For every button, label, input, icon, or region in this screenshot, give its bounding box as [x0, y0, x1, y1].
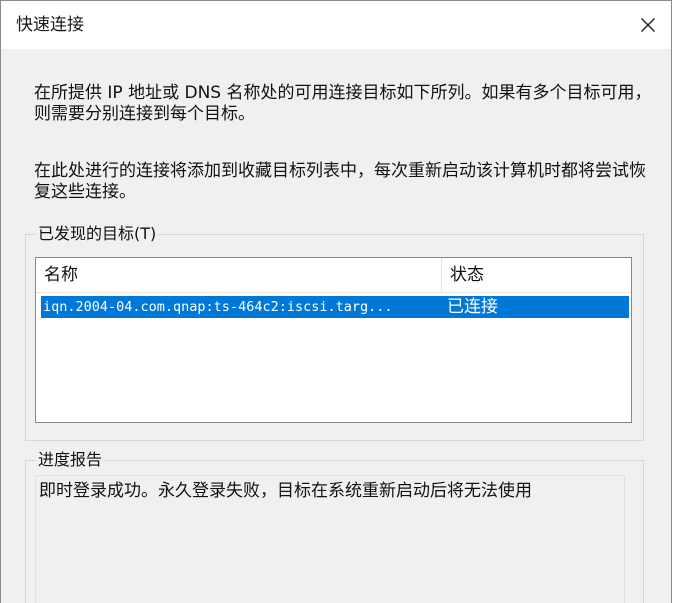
table-row[interactable]: iqn.2004-04.com.qnap:ts-464c2:iscsi.targ…: [41, 296, 629, 318]
progress-report-text: 即时登录成功。永久登录失败，目标在系统重新启动后将无法使用: [39, 481, 532, 501]
column-header-status[interactable]: 状态: [442, 258, 631, 292]
description-favorites: 在此处进行的连接将添加到收藏目标列表中，每次重新启动该计算机时都将尝试恢复这些连…: [34, 161, 646, 202]
targets-listview[interactable]: 名称 状态 iqn.2004-04.com.qnap:ts-464c2:iscs…: [35, 257, 632, 423]
title-bar: 快速连接: [1, 1, 671, 49]
column-header-name[interactable]: 名称: [36, 258, 442, 292]
close-icon: [641, 18, 655, 32]
close-button[interactable]: [625, 1, 671, 49]
quick-connect-dialog: 快速连接 在所提供 IP 地址或 DNS 名称处的可用连接目标如下所列。如果有多…: [0, 0, 672, 603]
discovered-targets-label: 已发现的目标(T): [36, 223, 159, 245]
dialog-title: 快速连接: [16, 15, 84, 35]
progress-report-label: 进度报告: [36, 449, 105, 471]
target-status-cell: 已连接: [447, 297, 498, 317]
target-name-cell: iqn.2004-04.com.qnap:ts-464c2:iscsi.targ…: [43, 299, 393, 315]
progress-report-box[interactable]: 即时登录成功。永久登录失败，目标在系统重新启动后将无法使用: [35, 475, 625, 603]
listview-header: 名称 状态: [36, 258, 631, 293]
description-available-targets: 在所提供 IP 地址或 DNS 名称处的可用连接目标如下所列。如果有多个目标可用…: [34, 83, 652, 124]
